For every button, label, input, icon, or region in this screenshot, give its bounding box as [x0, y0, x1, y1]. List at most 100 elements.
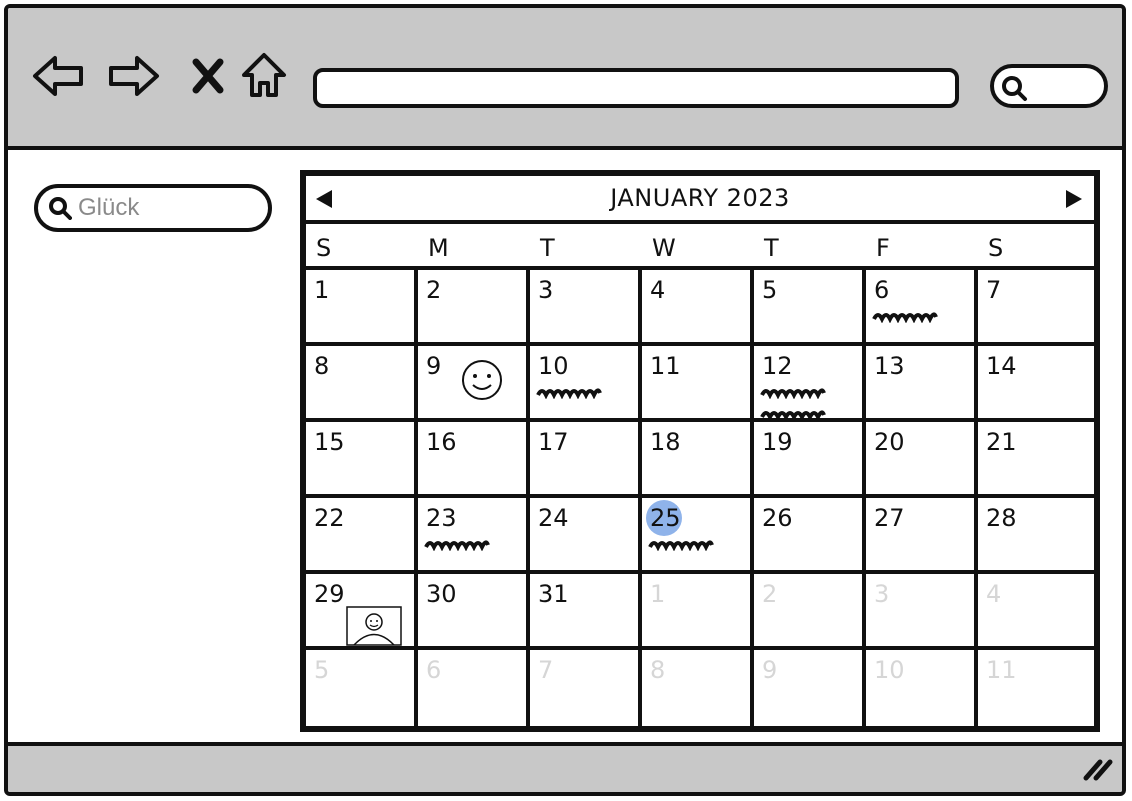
day-number: 1	[650, 580, 666, 608]
calendar-day-cell[interactable]: 31	[530, 574, 642, 650]
calendar-day-cell[interactable]: 27	[866, 498, 978, 574]
calendar-day-cell[interactable]: 2	[418, 270, 530, 346]
day-number: 1	[314, 276, 330, 304]
day-number: 5	[314, 656, 330, 684]
day-number: 3	[538, 276, 554, 304]
calendar-day-cell[interactable]: 21	[978, 422, 1094, 498]
calendar-day-cell[interactable]: 1	[306, 270, 418, 346]
calendar-day-cell[interactable]: 2	[754, 574, 866, 650]
calendar-day-cell[interactable]: 29	[306, 574, 418, 650]
calendar-day-cell[interactable]: 4	[978, 574, 1094, 650]
resize-grip[interactable]	[1082, 754, 1114, 786]
calendar-grid: 1 2 3 4 5 6 7 8 9 10 11 12 13 14 15 16 17 18 19 20 21 22 23 24 2…	[306, 270, 1094, 726]
event-scribble[interactable]	[424, 536, 490, 555]
sidebar-search-value: Glück	[78, 194, 140, 221]
home-icon	[242, 53, 286, 97]
day-number: 8	[314, 352, 330, 380]
day-number: 4	[650, 276, 666, 304]
day-number: 15	[314, 428, 345, 456]
weekday-label: F	[876, 234, 890, 262]
user-image-icon	[346, 606, 402, 650]
calendar-day-cell[interactable]: 25	[642, 498, 754, 574]
calendar-day-cell[interactable]: 24	[530, 498, 642, 574]
weekday-label: W	[652, 234, 676, 262]
calendar-day-cell[interactable]: 5	[754, 270, 866, 346]
calendar-day-cell[interactable]: 5	[306, 650, 418, 726]
calendar-day-cell[interactable]: 14	[978, 346, 1094, 422]
back-button[interactable]	[30, 48, 86, 104]
day-number: 13	[874, 352, 905, 380]
search-icon	[49, 197, 72, 220]
day-number: 6	[426, 656, 442, 684]
day-number: 8	[650, 656, 666, 684]
day-number: 23	[426, 504, 457, 532]
event-scribble[interactable]	[648, 536, 714, 555]
day-number: 26	[762, 504, 793, 532]
next-month-button[interactable]	[1064, 188, 1084, 214]
calendar-day-cell[interactable]: 13	[866, 346, 978, 422]
home-button[interactable]	[236, 48, 292, 104]
calendar-day-cell[interactable]: 3	[530, 270, 642, 346]
day-number: 18	[650, 428, 681, 456]
calendar-day-cell[interactable]: 7	[530, 650, 642, 726]
calendar-day-cell[interactable]: 17	[530, 422, 642, 498]
calendar-day-cell[interactable]: 4	[642, 270, 754, 346]
arrow-left-icon	[33, 56, 83, 96]
day-number: 14	[986, 352, 1017, 380]
calendar-day-cell[interactable]: 30	[418, 574, 530, 650]
search-icon	[1002, 76, 1027, 101]
calendar-day-cell[interactable]: 6	[866, 270, 978, 346]
calendar-day-cell[interactable]: 6	[418, 650, 530, 726]
calendar-day-cell[interactable]: 7	[978, 270, 1094, 346]
calendar-day-cell[interactable]: 3	[866, 574, 978, 650]
day-number: 2	[426, 276, 442, 304]
browser-search-button[interactable]	[990, 64, 1108, 108]
calendar-day-cell[interactable]: 18	[642, 422, 754, 498]
day-number: 31	[538, 580, 569, 608]
calendar-header: JANUARY 2023	[306, 176, 1094, 224]
calendar-day-cell[interactable]: 12	[754, 346, 866, 422]
calendar-day-cell[interactable]: 28	[978, 498, 1094, 574]
calendar-day-cell[interactable]: 16	[418, 422, 530, 498]
browser-window: Glück JANUARY 2023 SMTWTFS 1 2 3 4 5 6 7 8 9 10 11…	[4, 4, 1126, 796]
day-number: 22	[314, 504, 345, 532]
calendar-day-cell[interactable]: 11	[642, 346, 754, 422]
day-number: 9	[762, 656, 778, 684]
calendar-day-cell[interactable]: 20	[866, 422, 978, 498]
url-input[interactable]	[313, 68, 959, 108]
calendar-day-cell[interactable]: 22	[306, 498, 418, 574]
weekday-label: T	[764, 234, 779, 262]
arrow-right-icon	[109, 56, 159, 96]
event-scribble[interactable]	[536, 384, 602, 403]
day-number: 9	[426, 352, 442, 380]
calendar-day-cell[interactable]: 11	[978, 650, 1094, 726]
day-number: 11	[650, 352, 681, 380]
day-number: 19	[762, 428, 793, 456]
calendar-day-cell[interactable]: 26	[754, 498, 866, 574]
stop-button[interactable]	[180, 48, 236, 104]
resize-grip-icon	[1083, 759, 1113, 781]
event-scribble[interactable]	[760, 384, 826, 403]
calendar-day-cell[interactable]: 9	[754, 650, 866, 726]
day-number: 5	[762, 276, 778, 304]
calendar-day-cell[interactable]: 8	[306, 346, 418, 422]
day-number: 25	[650, 504, 681, 532]
day-number: 11	[986, 656, 1017, 684]
calendar: JANUARY 2023 SMTWTFS 1 2 3 4 5 6 7 8 9 10 11 12 13 14…	[300, 170, 1100, 732]
weekday-label: T	[540, 234, 555, 262]
calendar-day-cell[interactable]: 19	[754, 422, 866, 498]
calendar-day-cell[interactable]: 10	[530, 346, 642, 422]
calendar-day-cell[interactable]: 1	[642, 574, 754, 650]
calendar-day-cell[interactable]: 10	[866, 650, 978, 726]
calendar-day-cell[interactable]: 8	[642, 650, 754, 726]
day-number: 6	[874, 276, 890, 304]
calendar-day-cell[interactable]: 9	[418, 346, 530, 422]
day-number: 7	[986, 276, 1002, 304]
forward-button[interactable]	[106, 48, 162, 104]
calendar-day-cell[interactable]: 15	[306, 422, 418, 498]
event-scribble[interactable]	[872, 308, 938, 327]
sidebar-search-input[interactable]: Glück	[34, 184, 272, 232]
day-number: 16	[426, 428, 457, 456]
calendar-day-cell[interactable]: 23	[418, 498, 530, 574]
browser-toolbar	[8, 8, 1122, 150]
